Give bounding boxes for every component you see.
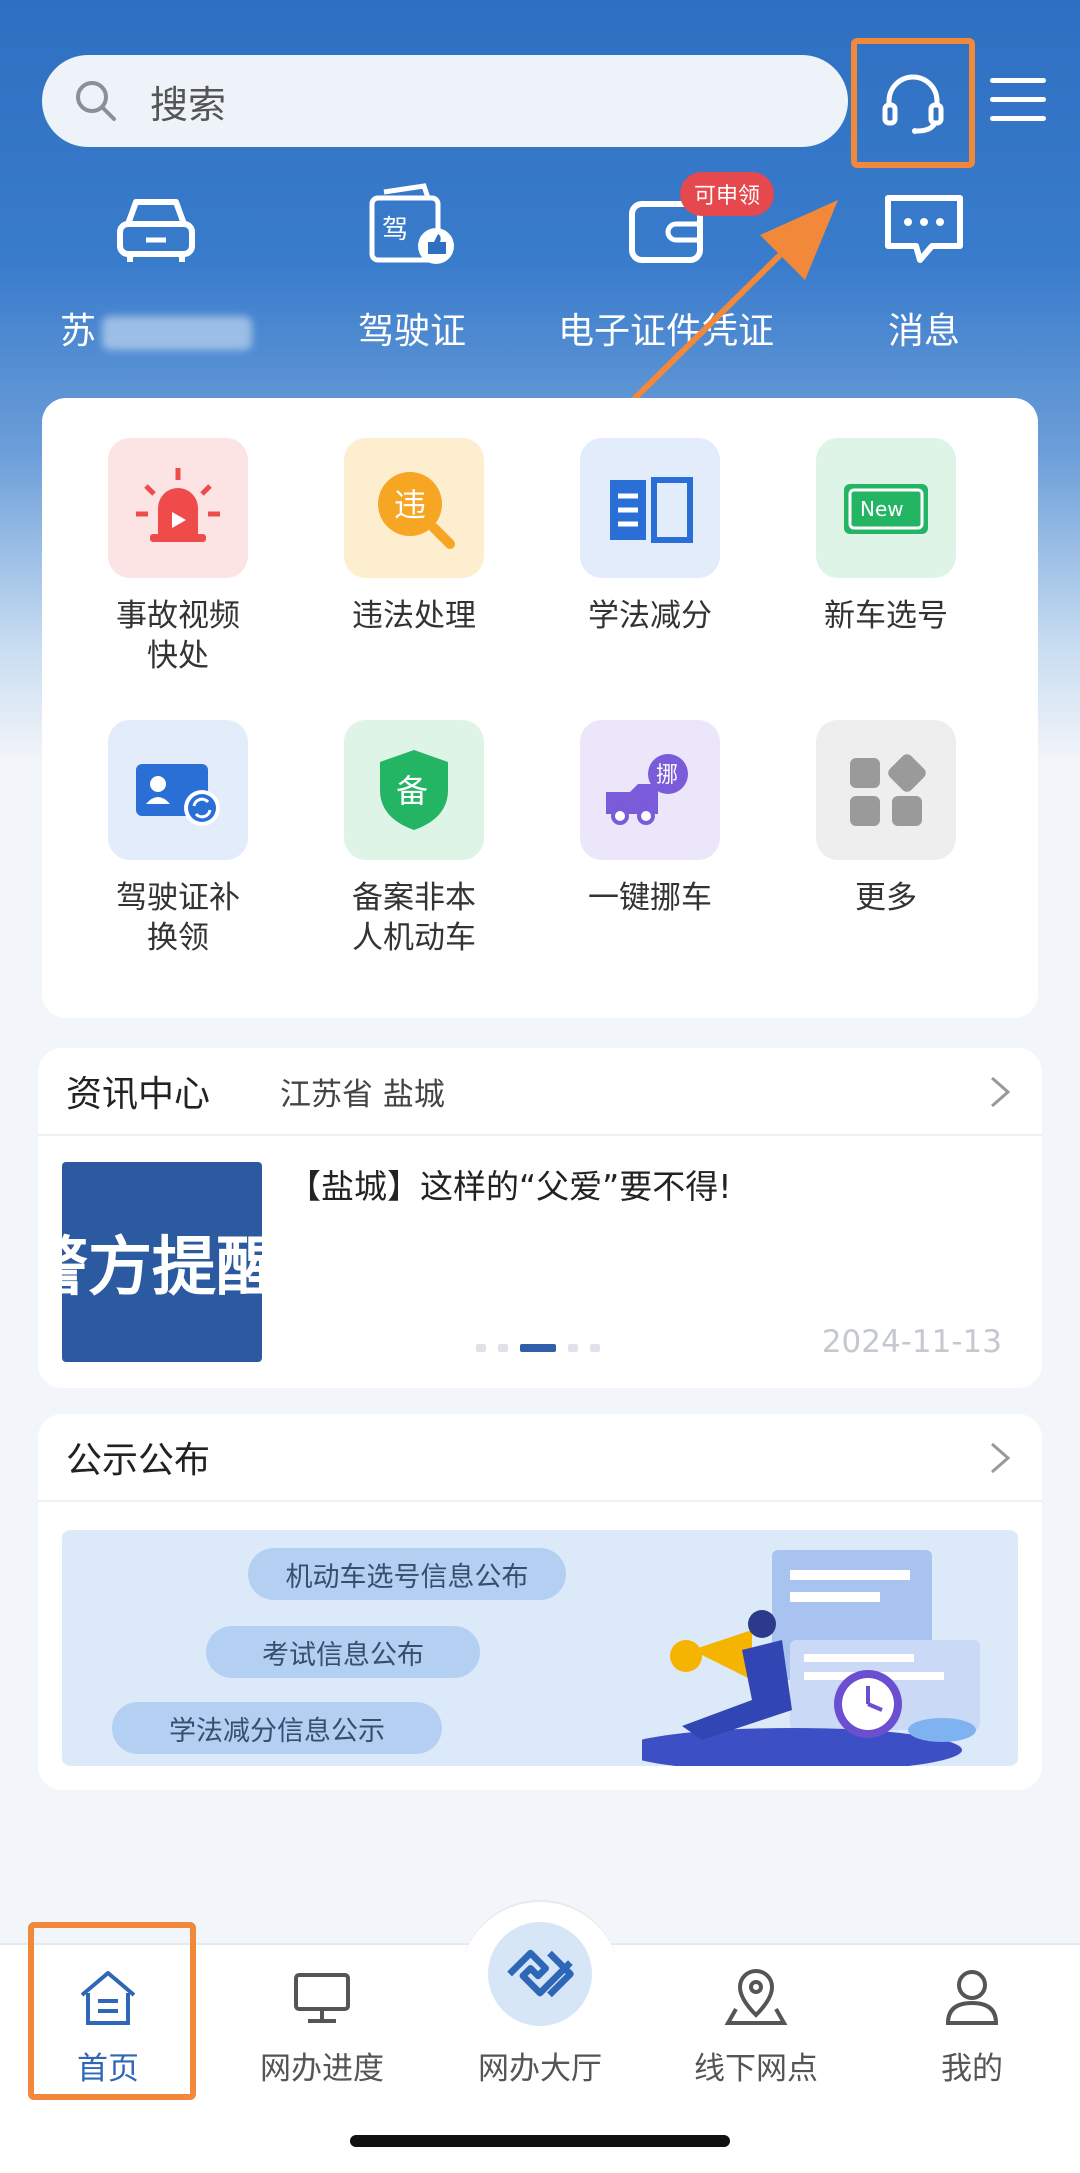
news-header[interactable]: 资讯中心 江苏省 盐城 xyxy=(38,1048,1042,1136)
svg-text:驾: 驾 xyxy=(382,215,408,245)
service-label: 驾驶证补 换领 xyxy=(116,880,240,956)
quick-item-label: 消息 xyxy=(887,311,960,352)
carousel-dot xyxy=(498,1344,508,1352)
annotation-arrow xyxy=(615,200,838,418)
chevron-right-icon[interactable] xyxy=(988,1074,1012,1110)
home-highlight-box xyxy=(28,1922,196,2100)
home-indicator xyxy=(350,2135,730,2147)
service-move-car[interactable]: 挪 一键挪车 xyxy=(532,720,768,918)
id-card-swap-icon xyxy=(108,720,248,860)
carousel-indicator xyxy=(476,1344,612,1352)
menu-icon[interactable] xyxy=(990,78,1046,126)
service-label: 事故视频 快处 xyxy=(116,598,240,674)
customer-service-button[interactable] xyxy=(851,38,975,168)
user-icon xyxy=(945,1970,999,2025)
notice-card: 公示公布 机动车选号信息公布 考试信息公布 学法减分信息公示 xyxy=(38,1414,1042,1790)
nav-progress[interactable]: 网办进度 xyxy=(222,1965,422,2088)
megaphone-illustration xyxy=(642,1550,980,1766)
quick-item-vehicle[interactable]: 苏 xyxy=(36,180,276,354)
service-violation[interactable]: 违 违法处理 xyxy=(296,438,532,636)
truck-icon: 挪 xyxy=(580,720,720,860)
headset-icon xyxy=(882,74,944,134)
service-study-law[interactable]: 学法减分 xyxy=(532,438,768,636)
news-thumbnail[interactable]: 警方提醒 xyxy=(62,1162,262,1362)
book-icon xyxy=(580,438,720,578)
shield-icon: 备 xyxy=(344,720,484,860)
notice-title: 公示公布 xyxy=(66,1440,211,1481)
search-bar[interactable]: 搜索 xyxy=(42,55,848,147)
service-new-plate[interactable]: New 新车选号 xyxy=(768,438,1004,636)
news-title: 资讯中心 xyxy=(66,1074,211,1115)
quick-item-license[interactable]: 驾 驾驶证 xyxy=(292,180,532,354)
service-label: 更多 xyxy=(855,880,917,916)
service-license-renewal[interactable]: 驾驶证补 换领 xyxy=(60,720,296,958)
new-plate-glyph: New xyxy=(860,497,904,521)
quick-item-label: 苏 xyxy=(59,311,96,352)
search-placeholder: 搜索 xyxy=(150,82,227,127)
search-icon xyxy=(76,81,116,121)
carousel-dot xyxy=(568,1344,578,1352)
nav-label: 网办进度 xyxy=(260,2051,384,2087)
grid-icon xyxy=(816,720,956,860)
quick-item-label: 驾驶证 xyxy=(357,311,466,352)
service-register-vehicle[interactable]: 备 备案非本 人机动车 xyxy=(296,720,532,958)
chevron-right-icon[interactable] xyxy=(988,1440,1012,1476)
carousel-dot xyxy=(590,1344,600,1352)
nav-hall-button[interactable] xyxy=(488,1922,592,2026)
car-icon xyxy=(117,199,195,262)
move-glyph: 挪 xyxy=(656,763,678,788)
shield-glyph: 备 xyxy=(396,772,428,810)
monitor-icon xyxy=(294,1973,350,2023)
location-pin-icon xyxy=(724,1968,788,2025)
news-card: 资讯中心 江苏省 盐城 警方提醒 【盐城】这样的“父爱”要不得! 2024-11… xyxy=(38,1048,1042,1388)
message-icon xyxy=(885,195,963,263)
service-label: 新车选号 xyxy=(824,598,948,634)
news-region[interactable]: 江苏省 盐城 xyxy=(280,1069,445,1114)
service-accident-video[interactable]: 事故视频 快处 xyxy=(60,438,296,676)
notice-banner[interactable]: 机动车选号信息公布 考试信息公布 学法减分信息公示 xyxy=(62,1530,1018,1766)
new-plate-icon: New xyxy=(816,438,956,578)
carousel-dot-active xyxy=(520,1344,556,1352)
plate-number-redacted xyxy=(102,316,252,350)
nav-hall[interactable]: 网办大厅 xyxy=(440,2043,640,2088)
nav-label: 我的 xyxy=(941,2051,1003,2087)
news-date: 2024-11-13 xyxy=(821,1324,1002,1360)
news-thumb-text: 警方提醒 xyxy=(62,1231,262,1305)
nav-offline-outlets[interactable]: 线下网点 xyxy=(656,1965,856,2088)
carousel-dot xyxy=(476,1344,486,1352)
violation-icon: 违 xyxy=(344,438,484,578)
service-more[interactable]: 更多 xyxy=(768,720,1004,918)
alarm-light-icon xyxy=(108,438,248,578)
nav-profile[interactable]: 我的 xyxy=(872,1965,1072,2088)
service-label: 违法处理 xyxy=(352,598,476,634)
quick-item-messages[interactable]: 消息 xyxy=(804,180,1044,354)
notice-pill[interactable]: 学法减分信息公示 xyxy=(112,1702,442,1754)
nav-label: 网办大厅 xyxy=(478,2051,602,2087)
services-card: 事故视频 快处 违 违法处理 学法减分 New 新车选号 驾驶证补 换领 备 备… xyxy=(42,398,1038,1018)
service-label: 一键挪车 xyxy=(588,880,712,916)
service-label: 学法减分 xyxy=(588,598,712,634)
quick-actions: 苏 驾 驾驶证 可申领 电子证件凭证 消息 xyxy=(0,172,1080,370)
news-headline[interactable]: 【盐城】这样的“父爱”要不得! xyxy=(288,1160,731,1208)
violation-glyph: 违 xyxy=(394,486,426,524)
notice-header[interactable]: 公示公布 xyxy=(38,1414,1042,1502)
service-label: 备案非本 人机动车 xyxy=(352,880,476,956)
nav-label: 线下网点 xyxy=(694,2051,818,2087)
license-icon: 驾 xyxy=(369,183,454,264)
hall-icon xyxy=(507,1949,574,1998)
notice-pill[interactable]: 机动车选号信息公布 xyxy=(248,1548,566,1600)
notice-pill[interactable]: 考试信息公布 xyxy=(206,1626,480,1678)
